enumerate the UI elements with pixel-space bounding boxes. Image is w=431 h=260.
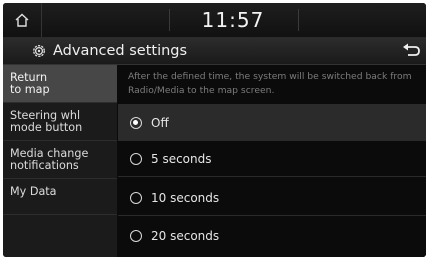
back-button[interactable] bbox=[400, 41, 422, 61]
status-divider bbox=[298, 9, 299, 31]
status-divider bbox=[169, 9, 170, 31]
sidebar-item-label: Media change notifications bbox=[10, 146, 89, 172]
sidebar-item-media-change-notifications[interactable]: Media change notifications bbox=[3, 141, 117, 179]
title-bar: Advanced settings bbox=[3, 38, 426, 65]
gear-icon bbox=[33, 45, 45, 57]
sidebar-item-label: Return to map bbox=[10, 70, 50, 96]
radio-icon bbox=[130, 230, 142, 242]
clock: 11:57 bbox=[201, 8, 265, 32]
home-button[interactable] bbox=[3, 3, 42, 37]
option-10-seconds[interactable]: 10 seconds bbox=[118, 180, 426, 216]
sidebar-item-label: Steering whl mode button bbox=[10, 108, 83, 134]
settings-panel: After the defined time, the system will … bbox=[118, 65, 426, 257]
option-off[interactable]: Off bbox=[118, 105, 426, 141]
home-icon bbox=[15, 13, 29, 27]
sidebar-item-label: My Data bbox=[10, 185, 57, 198]
sidebar-item-steering-wheel-mode-button[interactable]: Steering whl mode button bbox=[3, 103, 117, 141]
radio-icon bbox=[130, 152, 142, 165]
option-20-seconds[interactable]: 20 seconds bbox=[118, 218, 426, 254]
radio-icon bbox=[130, 191, 142, 204]
head-unit-screen: 11:57 Advanced settings Return to map St… bbox=[3, 3, 426, 257]
option-label: 20 seconds bbox=[151, 229, 220, 243]
sidebar-item-my-data[interactable]: My Data bbox=[3, 179, 117, 215]
option-label: 5 seconds bbox=[151, 151, 212, 166]
option-label: 10 seconds bbox=[151, 190, 220, 205]
sidebar: Return to map Steering whl mode button M… bbox=[3, 65, 117, 257]
option-5-seconds[interactable]: 5 seconds bbox=[118, 141, 426, 177]
back-arrow-icon bbox=[403, 43, 420, 56]
option-label: Off bbox=[151, 115, 169, 130]
radio-selected-icon bbox=[130, 116, 142, 129]
page-title: Advanced settings bbox=[53, 43, 188, 59]
sidebar-item-return-to-map[interactable]: Return to map bbox=[3, 65, 117, 103]
setting-description: After the defined time, the system will … bbox=[118, 65, 426, 105]
status-bar: 11:57 bbox=[3, 3, 426, 38]
